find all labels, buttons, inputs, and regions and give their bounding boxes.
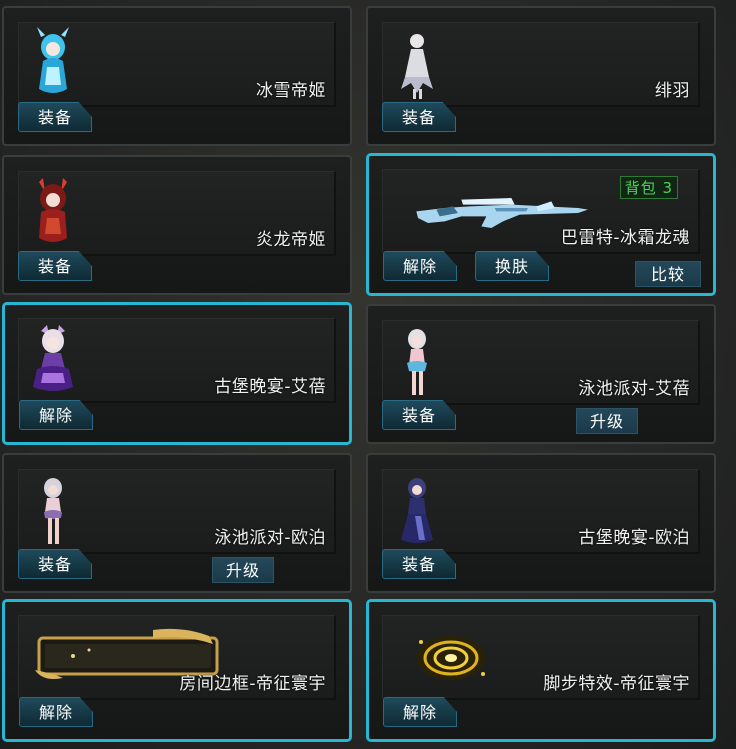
item-card-room-frame[interactable]: 房间边框-帝征寰宇 解除 [2,599,352,742]
change-skin-button[interactable]: 换肤 [475,251,549,281]
item-card-ice-princess[interactable]: 冰雪帝姬 装备 [2,6,352,146]
item-preview: 古堡晚宴-艾蓓 [18,318,336,403]
item-preview: 冰雪帝姬 [18,22,336,107]
scarlet-feather-avatar-icon [401,34,433,99]
compare-button[interactable]: 比较 [635,261,701,287]
item-card-castle-dinner-opal[interactable]: 古堡晚宴-欧泊 装备 [366,453,716,593]
item-name: 冰雪帝姬 [256,81,326,101]
backpack-slot-badge: 背包 3 [619,176,678,199]
item-preview: 泳池派对-艾蓓 [382,320,700,405]
item-name: 巴雷特-冰霜龙魂 [560,228,690,248]
item-preview: 脚步特效-帝征寰宇 [382,615,700,700]
equip-button[interactable]: 装备 [382,549,456,579]
item-name: 泳池派对-艾蓓 [578,379,690,399]
upgrade-button[interactable]: 升级 [212,557,274,583]
item-name: 古堡晚宴-欧泊 [578,528,690,548]
equip-button[interactable]: 装备 [18,251,92,281]
item-name: 脚步特效-帝征寰宇 [543,674,690,694]
item-card-castle-dinner-aibei[interactable]: 古堡晚宴-艾蓓 解除 [2,302,352,445]
unequip-button[interactable]: 解除 [19,697,93,727]
flame-princess-avatar-icon [39,178,67,242]
equip-button[interactable]: 装备 [382,102,456,132]
item-preview: 绯羽 [382,22,700,107]
item-card-barrett-frost-dragon[interactable]: 背包 3 巴雷特-冰霜龙魂 解除 换肤 比较 [366,153,716,296]
ice-princess-avatar-icon [37,27,69,93]
item-card-pool-party-aibei[interactable]: 泳池派对-艾蓓 装备 升级 [366,304,716,444]
item-name: 泳池派对-欧泊 [214,528,326,548]
unequip-button[interactable]: 解除 [383,251,457,281]
pool-party-opal-avatar-icon [44,478,62,544]
equip-button[interactable]: 装备 [382,400,456,430]
item-preview: 房间边框-帝征寰宇 [18,615,336,700]
equip-button[interactable]: 装备 [18,102,92,132]
item-preview: 古堡晚宴-欧泊 [382,469,700,554]
item-preview: 炎龙帝姬 [18,171,336,256]
item-name: 房间边框-帝征寰宇 [179,674,326,694]
item-card-scarlet-feather[interactable]: 绯羽 装备 [366,6,716,146]
item-card-flame-princess[interactable]: 炎龙帝姬 装备 [2,155,352,295]
item-preview: 泳池派对-欧泊 [18,469,336,554]
item-name: 绯羽 [655,81,690,101]
castle-dinner-aibei-avatar-icon [33,325,73,391]
item-name: 炎龙帝姬 [256,230,326,250]
item-card-footstep-effect[interactable]: 脚步特效-帝征寰宇 解除 [366,599,716,742]
unequip-button[interactable]: 解除 [383,697,457,727]
item-name: 古堡晚宴-艾蓓 [214,377,326,397]
equip-button[interactable]: 装备 [18,549,92,579]
pool-party-aibei-avatar-icon [407,329,427,395]
item-card-pool-party-opal[interactable]: 泳池派对-欧泊 装备 升级 [2,453,352,593]
item-preview: 背包 3 巴雷特-冰霜龙魂 [382,169,700,254]
castle-dinner-opal-avatar-icon [401,478,433,543]
unequip-button[interactable]: 解除 [19,400,93,430]
upgrade-button[interactable]: 升级 [576,408,638,434]
footstep-effect-icon [417,636,485,680]
